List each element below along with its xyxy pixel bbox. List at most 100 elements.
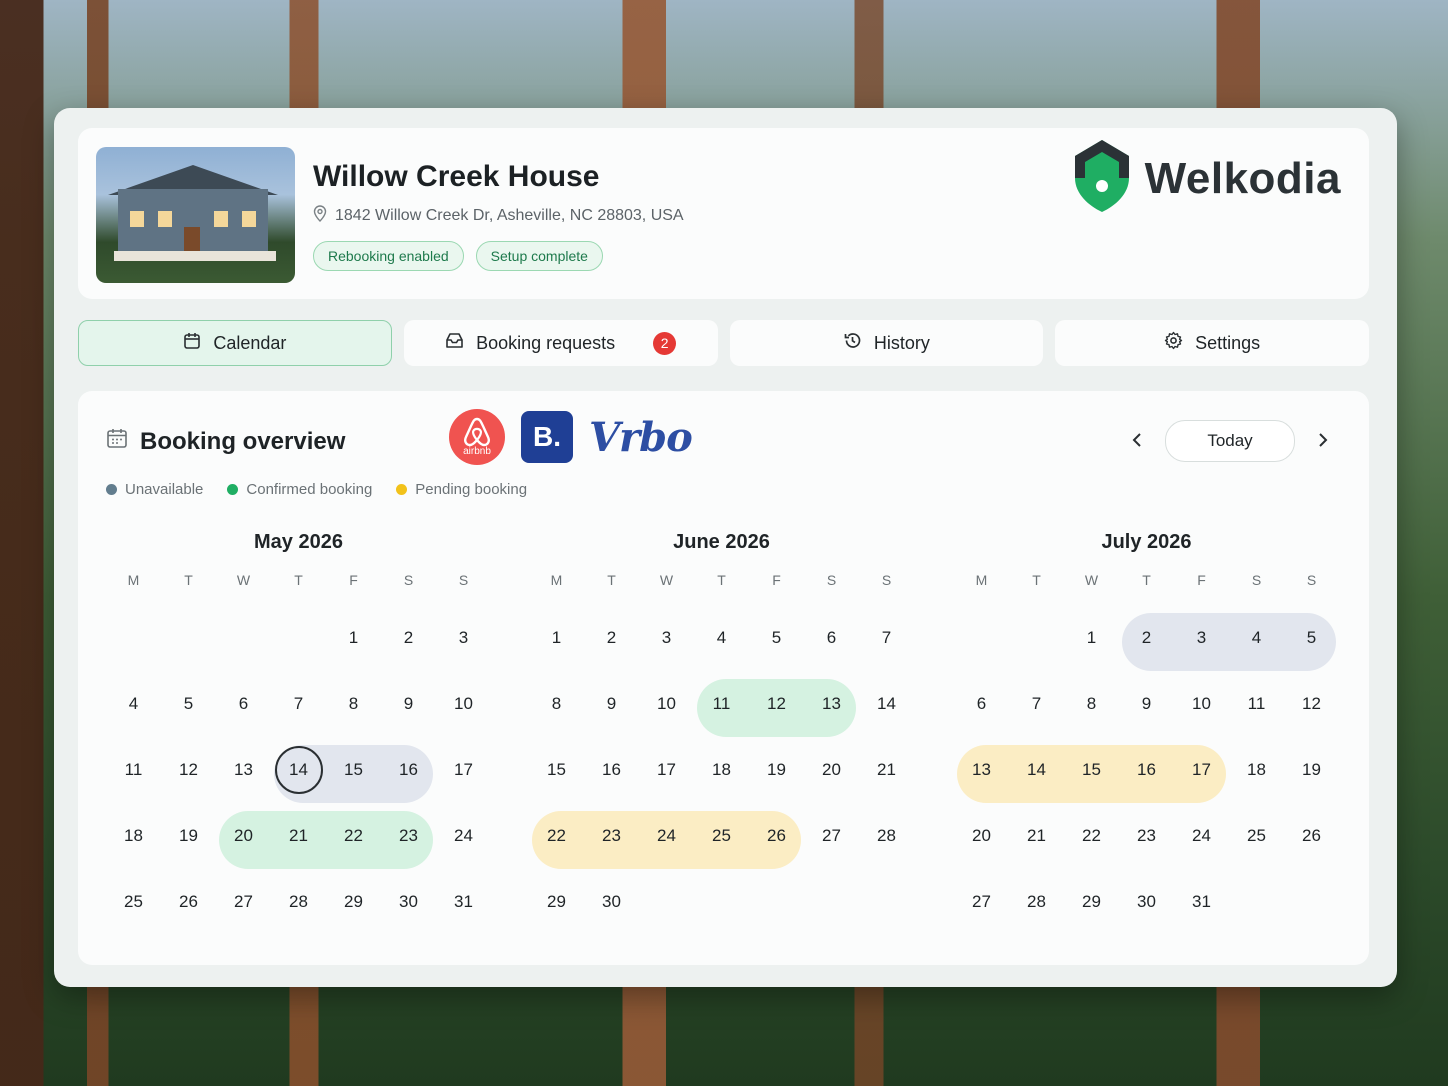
day-cell-today[interactable]: 14 <box>271 737 326 803</box>
day-cell[interactable]: 3 <box>639 605 694 671</box>
day-cell[interactable]: 2 <box>584 605 639 671</box>
tab-settings[interactable]: Settings <box>1055 320 1369 366</box>
day-cell[interactable]: 4 <box>694 605 749 671</box>
day-cell[interactable]: 7 <box>859 605 914 671</box>
day-cell[interactable]: 7 <box>271 671 326 737</box>
day-cell[interactable]: 28 <box>1009 869 1064 935</box>
day-cell[interactable]: 3 <box>436 605 491 671</box>
day-cell[interactable]: 11 <box>106 737 161 803</box>
day-cell[interactable]: 17 <box>639 737 694 803</box>
day-cell[interactable]: 20 <box>804 737 859 803</box>
day-cell[interactable]: 29 <box>326 869 381 935</box>
day-cell[interactable]: 22 <box>529 803 584 869</box>
day-cell[interactable]: 25 <box>106 869 161 935</box>
day-cell[interactable]: 3 <box>1174 605 1229 671</box>
day-cell[interactable]: 15 <box>1064 737 1119 803</box>
day-cell[interactable]: 26 <box>749 803 804 869</box>
day-cell[interactable]: 30 <box>1119 869 1174 935</box>
day-cell[interactable]: 4 <box>106 671 161 737</box>
airbnb-logo-icon[interactable]: airbnb <box>449 409 505 465</box>
day-cell[interactable]: 20 <box>954 803 1009 869</box>
day-cell[interactable]: 29 <box>529 869 584 935</box>
day-cell[interactable]: 12 <box>749 671 804 737</box>
day-cell[interactable]: 19 <box>749 737 804 803</box>
day-cell[interactable]: 6 <box>216 671 271 737</box>
day-cell[interactable]: 15 <box>529 737 584 803</box>
day-cell[interactable]: 8 <box>1064 671 1119 737</box>
day-cell[interactable]: 16 <box>1119 737 1174 803</box>
day-cell[interactable]: 21 <box>859 737 914 803</box>
day-cell[interactable]: 11 <box>1229 671 1284 737</box>
day-cell[interactable]: 4 <box>1229 605 1284 671</box>
day-cell[interactable]: 19 <box>161 803 216 869</box>
tab-booking-requests[interactable]: Booking requests 2 <box>403 320 718 366</box>
day-cell[interactable]: 13 <box>216 737 271 803</box>
booking-com-logo[interactable]: B. <box>521 411 573 463</box>
chevron-right-icon[interactable] <box>1317 428 1329 454</box>
day-cell[interactable]: 12 <box>1284 671 1339 737</box>
day-cell[interactable]: 1 <box>326 605 381 671</box>
day-cell[interactable]: 9 <box>1119 671 1174 737</box>
day-cell[interactable]: 31 <box>436 869 491 935</box>
today-button[interactable]: Today <box>1165 420 1295 462</box>
day-cell[interactable]: 24 <box>639 803 694 869</box>
tab-calendar[interactable]: Calendar <box>78 320 392 366</box>
day-cell[interactable]: 16 <box>381 737 436 803</box>
day-cell[interactable]: 10 <box>436 671 491 737</box>
day-cell[interactable]: 14 <box>1009 737 1064 803</box>
day-cell[interactable]: 19 <box>1284 737 1339 803</box>
day-cell[interactable]: 5 <box>161 671 216 737</box>
day-cell[interactable]: 27 <box>804 803 859 869</box>
day-cell[interactable]: 24 <box>436 803 491 869</box>
day-cell[interactable]: 22 <box>1064 803 1119 869</box>
day-cell[interactable]: 10 <box>1174 671 1229 737</box>
day-cell[interactable]: 22 <box>326 803 381 869</box>
day-cell[interactable]: 18 <box>106 803 161 869</box>
day-cell[interactable]: 17 <box>436 737 491 803</box>
day-cell[interactable]: 30 <box>381 869 436 935</box>
day-cell[interactable]: 9 <box>381 671 436 737</box>
day-cell[interactable]: 2 <box>381 605 436 671</box>
day-cell[interactable]: 31 <box>1174 869 1229 935</box>
day-cell[interactable]: 24 <box>1174 803 1229 869</box>
day-cell[interactable]: 16 <box>584 737 639 803</box>
day-cell[interactable]: 11 <box>694 671 749 737</box>
day-cell[interactable]: 18 <box>694 737 749 803</box>
day-cell[interactable]: 23 <box>584 803 639 869</box>
day-cell[interactable]: 18 <box>1229 737 1284 803</box>
day-cell[interactable]: 27 <box>216 869 271 935</box>
vrbo-logo[interactable]: Vrbo <box>589 414 693 461</box>
day-cell[interactable]: 10 <box>639 671 694 737</box>
day-cell[interactable]: 7 <box>1009 671 1064 737</box>
day-cell[interactable]: 1 <box>529 605 584 671</box>
day-cell[interactable]: 6 <box>954 671 1009 737</box>
day-cell[interactable]: 29 <box>1064 869 1119 935</box>
day-cell[interactable]: 9 <box>584 671 639 737</box>
day-cell[interactable]: 14 <box>859 671 914 737</box>
day-cell[interactable]: 23 <box>1119 803 1174 869</box>
day-cell[interactable]: 25 <box>1229 803 1284 869</box>
day-cell[interactable]: 8 <box>529 671 584 737</box>
day-cell[interactable]: 28 <box>271 869 326 935</box>
day-cell[interactable]: 26 <box>161 869 216 935</box>
day-cell[interactable]: 28 <box>859 803 914 869</box>
day-cell[interactable]: 20 <box>216 803 271 869</box>
day-cell[interactable]: 21 <box>271 803 326 869</box>
day-cell[interactable]: 1 <box>1064 605 1119 671</box>
day-cell[interactable]: 30 <box>584 869 639 935</box>
day-cell[interactable]: 17 <box>1174 737 1229 803</box>
day-cell[interactable]: 5 <box>749 605 804 671</box>
day-cell[interactable]: 27 <box>954 869 1009 935</box>
day-cell[interactable]: 13 <box>804 671 859 737</box>
day-cell[interactable]: 23 <box>381 803 436 869</box>
chevron-left-icon[interactable] <box>1131 428 1143 454</box>
day-cell[interactable]: 26 <box>1284 803 1339 869</box>
day-cell[interactable]: 12 <box>161 737 216 803</box>
day-cell[interactable]: 8 <box>326 671 381 737</box>
day-cell[interactable]: 21 <box>1009 803 1064 869</box>
day-cell[interactable]: 6 <box>804 605 859 671</box>
day-cell[interactable]: 25 <box>694 803 749 869</box>
tab-history[interactable]: History <box>729 320 1044 366</box>
day-cell[interactable]: 13 <box>954 737 1009 803</box>
day-cell[interactable]: 15 <box>326 737 381 803</box>
